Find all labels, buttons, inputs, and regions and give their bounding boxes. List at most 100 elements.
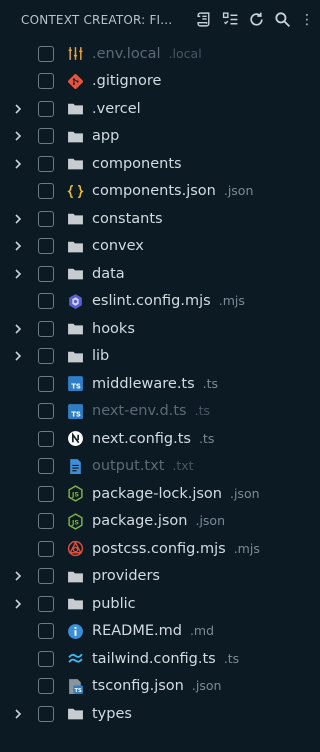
item-extension: .json <box>223 183 254 199</box>
chevron-right-icon[interactable] <box>11 212 25 226</box>
select-checkbox[interactable] <box>38 430 54 447</box>
file-row[interactable]: TS middleware.ts .ts <box>0 370 314 398</box>
select-checkbox[interactable] <box>38 540 54 557</box>
select-checkbox[interactable] <box>38 210 54 227</box>
item-name: types <box>92 705 132 722</box>
select-checkbox[interactable] <box>38 45 54 62</box>
checklist-icon[interactable] <box>218 8 242 32</box>
select-checkbox[interactable] <box>38 265 54 282</box>
svg-text:TS: TS <box>71 383 81 391</box>
folder-row[interactable]: lib <box>0 343 314 371</box>
chevron-right-icon[interactable] <box>11 349 25 363</box>
chevron-right-icon[interactable] <box>11 569 25 583</box>
chevron-right-icon[interactable] <box>11 597 25 611</box>
file-row[interactable]: tailwind.config.ts .ts <box>0 645 314 673</box>
item-extension: .ts <box>198 430 215 446</box>
file-row[interactable]: .env.local .local <box>0 40 314 68</box>
item-extension: .txt <box>172 458 194 474</box>
chevron-right-icon[interactable] <box>11 322 25 336</box>
item-name: output.txt <box>92 458 165 475</box>
postcss-icon <box>66 540 84 558</box>
item-label: middleware.ts .ts <box>92 376 218 392</box>
select-checkbox[interactable] <box>38 348 54 365</box>
folder-row[interactable]: hooks <box>0 315 314 343</box>
file-row[interactable]: eslint.config.mjs .mjs <box>0 288 314 316</box>
typescript-icon: TS <box>66 375 84 393</box>
select-checkbox[interactable] <box>38 623 54 640</box>
folder-row[interactable]: providers <box>0 563 314 591</box>
chevron-right-icon[interactable] <box>11 707 25 721</box>
folder-icon <box>66 100 84 118</box>
select-checkbox[interactable] <box>38 155 54 172</box>
item-label: providers <box>92 568 160 584</box>
select-checkbox[interactable] <box>38 650 54 667</box>
folder-row[interactable]: public <box>0 590 314 618</box>
chevron-right-icon[interactable] <box>11 129 25 143</box>
select-checkbox[interactable] <box>38 458 54 475</box>
folder-row[interactable]: .vercel <box>0 95 314 123</box>
chevron-right-icon[interactable] <box>11 157 25 171</box>
item-name: .vercel <box>92 100 141 117</box>
folder-row[interactable]: constants <box>0 205 314 233</box>
file-row[interactable]: README.md .md <box>0 618 314 646</box>
select-checkbox[interactable] <box>38 320 54 337</box>
select-checkbox[interactable] <box>38 678 54 695</box>
select-checkbox[interactable] <box>38 73 54 90</box>
chevron-right-icon[interactable] <box>11 239 25 253</box>
file-row[interactable]: .gitignore <box>0 68 314 96</box>
item-name: package.json <box>92 513 188 530</box>
item-name: tailwind.config.ts <box>92 650 216 667</box>
folder-row[interactable]: convex <box>0 233 314 261</box>
file-row[interactable]: TS next-env.d.ts .ts <box>0 398 314 426</box>
item-name: lib <box>92 348 110 365</box>
select-checkbox[interactable] <box>38 705 54 722</box>
item-label: tsconfig.json .json <box>92 678 221 694</box>
chevron-right-icon[interactable] <box>11 267 25 281</box>
item-name: .gitignore <box>92 73 162 90</box>
scroll-icon[interactable] <box>192 8 216 32</box>
file-tree: .env.local .local .gitignore .vercel app comp… <box>0 40 314 728</box>
file-row[interactable]: next.config.ts .ts <box>0 425 314 453</box>
settings-sliders-icon <box>66 45 84 63</box>
item-label: tailwind.config.ts .ts <box>92 651 239 667</box>
text-file-icon <box>66 457 84 475</box>
item-label: package-lock.json .json <box>92 486 260 502</box>
select-checkbox[interactable] <box>38 513 54 530</box>
item-label: README.md .md <box>92 623 214 639</box>
select-checkbox[interactable] <box>38 128 54 145</box>
file-row[interactable]: JS package.json .json <box>0 508 314 536</box>
folder-row[interactable]: types <box>0 700 314 728</box>
select-checkbox[interactable] <box>38 238 54 255</box>
select-checkbox[interactable] <box>38 568 54 585</box>
svg-text:TS: TS <box>71 410 81 418</box>
folder-row[interactable]: app <box>0 123 314 151</box>
select-checkbox[interactable] <box>38 375 54 392</box>
file-row[interactable]: output.txt .txt <box>0 453 314 481</box>
file-row[interactable]: components.json .json <box>0 178 314 206</box>
select-checkbox[interactable] <box>38 100 54 117</box>
folder-row[interactable]: data <box>0 260 314 288</box>
file-row[interactable]: postcss.config.mjs .mjs <box>0 535 314 563</box>
file-row[interactable]: TS tsconfig.json .json <box>0 673 314 701</box>
select-checkbox[interactable] <box>38 485 54 502</box>
chevron-right-icon[interactable] <box>11 102 25 116</box>
item-name: hooks <box>92 320 135 337</box>
select-checkbox[interactable] <box>38 293 54 310</box>
item-label: postcss.config.mjs .mjs <box>92 541 260 557</box>
select-checkbox[interactable] <box>38 403 54 420</box>
folder-icon <box>66 127 84 145</box>
item-name: constants <box>92 210 163 227</box>
file-row[interactable]: JS package-lock.json .json <box>0 480 314 508</box>
nodejs-icon: JS <box>66 512 84 530</box>
item-extension: .ts <box>202 375 219 391</box>
folder-icon <box>66 705 84 723</box>
search-icon[interactable] <box>270 8 294 32</box>
select-checkbox[interactable] <box>38 595 54 612</box>
select-checkbox[interactable] <box>38 183 54 200</box>
folder-row[interactable]: components <box>0 150 314 178</box>
refresh-icon[interactable] <box>244 8 268 32</box>
item-name: providers <box>92 568 160 585</box>
svg-text:JS: JS <box>71 491 79 499</box>
item-label: data <box>92 266 125 282</box>
more-actions-icon[interactable]: ⋮ <box>300 12 314 28</box>
